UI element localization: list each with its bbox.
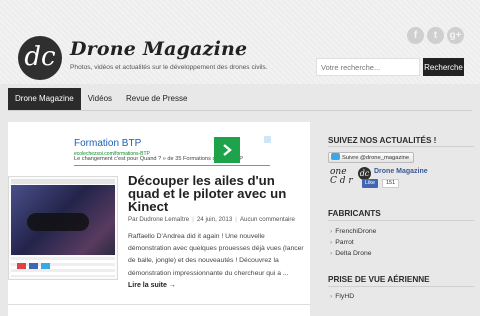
thumbnail-topbar: [11, 179, 115, 184]
drone-image: [27, 213, 89, 231]
aerial-section-title: PRISE DE VUE AÉRIENNE: [328, 275, 430, 284]
ad-info-icon[interactable]: [264, 136, 271, 143]
facebook-page-logo: one C d r: [330, 167, 353, 186]
post-thumbnail[interactable]: [8, 176, 118, 280]
list-item-label: FlyHD: [335, 293, 355, 300]
ad-title[interactable]: Formation BTP: [74, 138, 141, 149]
thumbnail-page-rows: [11, 257, 115, 277]
share-icon: [29, 263, 38, 269]
fabricants-section-title: FABRICANTS: [328, 209, 381, 218]
twitter-follow-button[interactable]: Suivre @drone_magazine: [328, 152, 415, 163]
nav-divider: [8, 110, 472, 111]
twitter-follow-label: Suivre @drone_magazine: [342, 155, 410, 161]
read-more-link[interactable]: Lire la suite →: [128, 282, 176, 289]
section-divider: [328, 146, 474, 147]
share-icon: [41, 263, 50, 269]
bullet-arrow-icon: ›: [330, 228, 333, 235]
list-item[interactable]: › Delta Drone: [330, 250, 372, 257]
bullet-arrow-icon: ›: [330, 250, 333, 257]
site-description: Photos, vidéos et actualités sur le déve…: [70, 64, 268, 71]
section-divider: [328, 220, 474, 221]
list-item-label: FrenchiDrone: [335, 228, 377, 235]
post-author[interactable]: Par Dudrone Lemaître: [128, 216, 189, 223]
search-button[interactable]: Recherche: [423, 58, 464, 76]
list-item-label: Parrot: [335, 239, 354, 246]
post-divider: [8, 304, 310, 305]
ad-arrow-button[interactable]: [214, 137, 240, 163]
facebook-like-count: 151: [382, 179, 400, 188]
twitter-bird-icon: [331, 153, 340, 160]
site-logo[interactable]: dc: [18, 36, 62, 80]
site-title[interactable]: Drone Magazine: [70, 38, 247, 60]
post-excerpt: Raffaello D'Andrea did it again ! Une no…: [128, 233, 304, 277]
meta-separator: |: [192, 216, 194, 223]
bullet-arrow-icon: ›: [330, 239, 333, 246]
nav-item-drone-magazine[interactable]: Drone Magazine: [8, 88, 81, 110]
follow-section-title: SUIVEZ NOS ACTUALITÉS !: [328, 136, 437, 145]
post-date: 24 juin, 2013: [196, 216, 233, 223]
bullet-arrow-icon: ›: [330, 293, 333, 300]
section-divider: [328, 286, 474, 287]
post-meta: Par Dudrone Lemaître | 24 juin, 2013 | Aucun…: [128, 216, 295, 223]
chevron-right-icon: [223, 144, 232, 156]
nav-item-revue-de-presse[interactable]: Revue de Presse: [119, 88, 194, 110]
main-nav: Drone Magazine Vidéos Revue de Presse: [8, 88, 194, 110]
post-title[interactable]: Découper les ailes d'un quad et le pilot…: [128, 174, 298, 213]
facebook-page-name[interactable]: Drone Magazine: [374, 168, 428, 175]
post-comments[interactable]: Aucun commentaire: [240, 216, 295, 223]
search-input[interactable]: [316, 58, 420, 76]
meta-separator: |: [235, 216, 237, 223]
share-icon: [17, 263, 26, 269]
google-plus-icon[interactable]: g+: [447, 27, 464, 44]
list-item[interactable]: › Parrot: [330, 239, 354, 246]
ad-underline: [74, 165, 270, 166]
list-item[interactable]: › FlyHD: [330, 293, 354, 300]
twitter-icon[interactable]: t: [427, 27, 444, 44]
nav-item-videos[interactable]: Vidéos: [81, 88, 119, 110]
list-item-label: Delta Drone: [335, 250, 372, 257]
facebook-like-button[interactable]: Like: [362, 179, 379, 188]
facebook-icon[interactable]: f: [407, 27, 424, 44]
list-item[interactable]: › FrenchiDrone: [330, 228, 376, 235]
